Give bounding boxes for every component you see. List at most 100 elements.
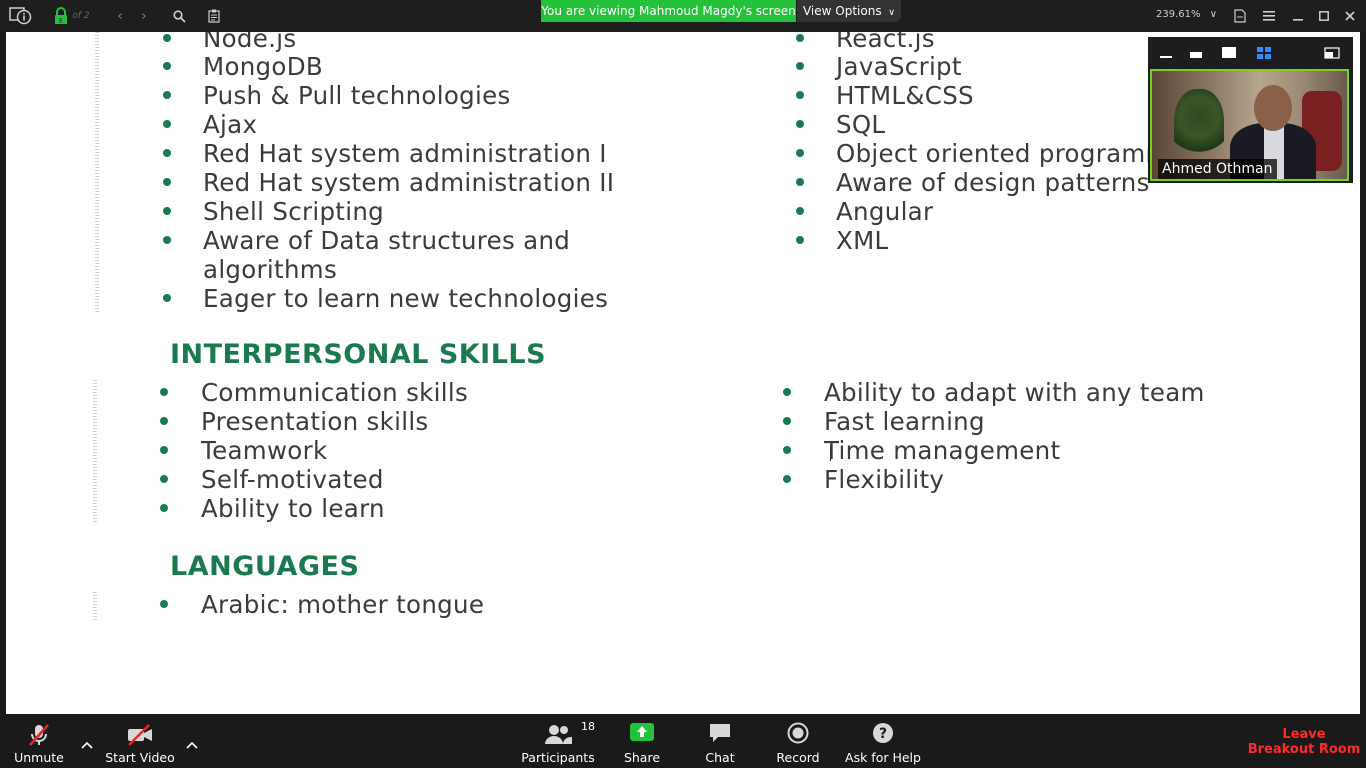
skill-item: SQL bbox=[836, 110, 886, 139]
text-cursor-icon bbox=[830, 445, 831, 461]
top-toolbar: E of 2 ‹ › You are viewing Mahmoud Magdy… bbox=[0, 0, 1366, 32]
exit-fullscreen-icon[interactable] bbox=[1324, 45, 1340, 59]
lock-icon[interactable]: E bbox=[52, 0, 70, 32]
record-label: Record bbox=[776, 750, 820, 765]
skill-item: Red Hat system administration II bbox=[203, 168, 615, 197]
start-video-label: Start Video bbox=[105, 750, 175, 765]
menu-icon[interactable] bbox=[1260, 0, 1278, 32]
skill-item: MongoDB bbox=[203, 52, 323, 81]
bullet bbox=[796, 120, 804, 128]
section-heading: INTERPERSONAL SKILLS bbox=[170, 339, 547, 370]
start-video-button[interactable]: Start Video bbox=[100, 714, 180, 768]
bullet bbox=[163, 62, 171, 70]
bullet bbox=[160, 475, 168, 483]
participants-icon bbox=[543, 722, 573, 749]
bullet bbox=[163, 149, 171, 157]
chevron-down-icon: ∨ bbox=[1209, 9, 1218, 20]
chat-label: Chat bbox=[705, 750, 735, 765]
margin-mark bbox=[93, 380, 97, 523]
skill-item: Time management bbox=[824, 436, 1061, 465]
share-screen-icon bbox=[629, 722, 655, 745]
svg-text:E: E bbox=[59, 18, 63, 25]
skill-item: React.js bbox=[836, 32, 935, 53]
unmute-button[interactable]: Unmute bbox=[8, 714, 70, 768]
next-page-icon[interactable]: › bbox=[136, 0, 152, 32]
clipboard-icon[interactable] bbox=[205, 0, 223, 32]
ask-for-help-button[interactable]: ? Ask for Help bbox=[842, 714, 924, 768]
skill-item: Fast learning bbox=[824, 407, 985, 436]
bullet bbox=[160, 600, 168, 608]
zoom-value: 239.61% bbox=[1156, 9, 1201, 20]
breakout-room-label: Breakout Room bbox=[1247, 742, 1361, 757]
share-screen-button[interactable]: Share bbox=[614, 714, 670, 768]
video-options-chevron-icon[interactable] bbox=[186, 734, 198, 749]
chevron-down-icon: ∨ bbox=[888, 8, 895, 18]
bullet bbox=[163, 34, 171, 42]
speaker-view-icon[interactable] bbox=[1221, 45, 1237, 59]
gallery-view-icon[interactable] bbox=[1256, 45, 1272, 59]
bullet bbox=[796, 178, 804, 186]
skill-item: Self-motivated bbox=[201, 465, 384, 494]
bullet bbox=[163, 294, 171, 302]
participant-video[interactable]: Ahmed Othman bbox=[1150, 69, 1349, 181]
app-info-icon[interactable] bbox=[6, 0, 36, 32]
skill-item: Node.js bbox=[203, 32, 297, 53]
skill-item: Communication skills bbox=[201, 378, 469, 407]
record-icon bbox=[787, 722, 809, 747]
prev-page-icon[interactable]: ‹ bbox=[112, 0, 128, 32]
participants-button[interactable]: 18 Participants bbox=[518, 714, 598, 768]
bullet bbox=[163, 207, 171, 215]
thumbnail-view-icon[interactable] bbox=[1188, 45, 1204, 59]
unmute-label: Unmute bbox=[14, 750, 64, 765]
zoom-level[interactable]: 239.61% ∨ bbox=[1156, 9, 1217, 20]
chat-button[interactable]: Chat bbox=[694, 714, 746, 768]
bullet bbox=[163, 120, 171, 128]
bullet bbox=[796, 91, 804, 99]
audio-options-chevron-icon[interactable] bbox=[81, 734, 93, 749]
chat-icon bbox=[708, 722, 732, 747]
leave-breakout-room-button[interactable]: Leave Breakout Room bbox=[1246, 727, 1362, 757]
skill-item: Presentation skills bbox=[201, 407, 429, 436]
participants-label: Participants bbox=[521, 750, 595, 765]
skill-item: Angular bbox=[836, 197, 934, 226]
skill-item: XML bbox=[836, 226, 889, 255]
page-indicator: of 2 bbox=[72, 11, 90, 21]
bullet bbox=[796, 236, 804, 244]
microphone-muted-icon bbox=[26, 722, 52, 751]
bullet bbox=[796, 149, 804, 157]
minimize-video-icon[interactable] bbox=[1158, 45, 1174, 59]
bullet bbox=[783, 417, 791, 425]
svg-text:?: ? bbox=[879, 726, 887, 742]
skill-item: Flexibility bbox=[824, 465, 945, 494]
bullet bbox=[783, 388, 791, 396]
bullet bbox=[160, 446, 168, 454]
video-panel[interactable]: Ahmed Othman bbox=[1148, 37, 1353, 183]
section-heading: LANGUAGES bbox=[170, 551, 360, 582]
skill-item: Ability to adapt with any team bbox=[824, 378, 1205, 407]
margin-mark bbox=[95, 32, 99, 314]
bullet bbox=[796, 34, 804, 42]
bullet bbox=[796, 207, 804, 215]
document-icon[interactable] bbox=[1231, 0, 1249, 32]
view-options-label: View Options bbox=[802, 4, 882, 18]
bullet bbox=[160, 417, 168, 425]
maximize-icon[interactable] bbox=[1315, 0, 1333, 32]
video-camera-off-icon bbox=[126, 722, 154, 751]
skill-item: Aware of design patterns bbox=[836, 168, 1150, 197]
skill-item: Ajax bbox=[203, 110, 258, 139]
record-button[interactable]: Record bbox=[770, 714, 826, 768]
share-label: Share bbox=[623, 750, 661, 765]
search-icon[interactable] bbox=[170, 0, 188, 32]
view-options-button[interactable]: View Options ∨ bbox=[797, 0, 901, 22]
margin-mark bbox=[93, 592, 97, 620]
skill-item: Ability to learn bbox=[201, 494, 385, 523]
skill-item: HTML&CSS bbox=[836, 81, 974, 110]
close-icon[interactable] bbox=[1341, 0, 1359, 32]
skill-item: Teamwork bbox=[201, 436, 328, 465]
meeting-controls: Unmute Start Video 18 Participants Share… bbox=[0, 714, 1366, 768]
bullet bbox=[783, 475, 791, 483]
participant-name: Ahmed Othman bbox=[1158, 159, 1277, 179]
skill-item: Aware of Data structures and bbox=[203, 226, 571, 255]
skill-item: Red Hat system administration I bbox=[203, 139, 607, 168]
minimize-icon[interactable] bbox=[1289, 0, 1307, 32]
